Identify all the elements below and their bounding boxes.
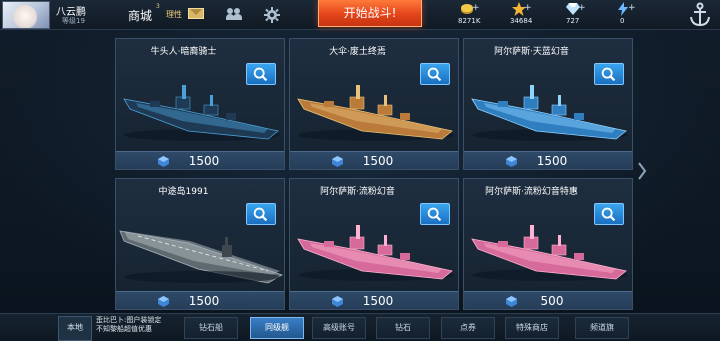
ship-price: 500: [540, 294, 564, 308]
ship-price: 1500: [536, 154, 568, 168]
chat-ticker[interactable]: 歪比巴卜:图户装锁定 不知黎船超值优惠: [96, 316, 161, 334]
tab-6[interactable]: 特殊商店: [505, 317, 559, 339]
ship-image: [471, 225, 628, 281]
gold-value: 8271K: [458, 17, 481, 25]
next-page-arrow-icon[interactable]: [637, 161, 647, 181]
ship-card[interactable]: 大伞·废土终焉 1500: [289, 38, 459, 170]
ship-name: 牛头人·暗裔骑士: [150, 47, 217, 57]
add-icon: +: [628, 3, 636, 13]
anchor-icon[interactable]: [686, 2, 714, 28]
gem-currency-icon: [158, 156, 169, 167]
gem-currency-icon: [158, 296, 169, 307]
price-bar[interactable]: 500: [464, 291, 632, 309]
tab-3[interactable]: 高级账号: [312, 317, 366, 339]
gem-currency-icon: [506, 156, 517, 167]
ship-image: [123, 85, 280, 141]
ship-price: 1500: [188, 154, 220, 168]
ship-price: 1500: [362, 294, 394, 308]
ship-card[interactable]: 牛头人·暗裔骑士 1500: [115, 38, 285, 170]
ship-image: [297, 225, 454, 281]
tab-4[interactable]: 钻石: [376, 317, 430, 339]
ship-name: 中途岛1991: [158, 187, 209, 197]
price-bar[interactable]: 1500: [464, 151, 632, 169]
tab-1[interactable]: 钻石船: [184, 317, 238, 339]
ship-name: 阿尔萨斯·天蓝幻音: [494, 47, 569, 57]
ticker-line: 歪比巴卜:图户装锁定: [96, 316, 162, 324]
ship-name: 阿尔萨斯·流粉幻音: [320, 187, 395, 197]
ticker-line: 不知黎船超值优惠: [96, 325, 152, 333]
local-chat-tab[interactable]: 本地: [58, 316, 92, 341]
tab-2[interactable]: 同级舰: [250, 317, 304, 339]
ship-image: [297, 85, 454, 141]
top-bar: 八云鹏 等级19 商城 3 理性 开始战斗! + 8271K + 34684 +…: [0, 0, 720, 30]
ship-image: [471, 85, 628, 141]
diamond-resource[interactable]: + 727: [562, 1, 598, 29]
player-level: 等级19: [62, 17, 85, 25]
shop-badge: 3: [156, 3, 160, 10]
add-icon: +: [578, 3, 586, 13]
ship-price: 1500: [188, 294, 220, 308]
gem-currency-icon: [332, 156, 343, 167]
price-bar[interactable]: 1500: [116, 151, 284, 169]
price-bar[interactable]: 1500: [290, 151, 458, 169]
add-icon: +: [472, 3, 480, 13]
add-icon: +: [524, 3, 532, 13]
tab-7[interactable]: 频道旗: [575, 317, 629, 339]
gold-resource[interactable]: + 8271K: [456, 1, 496, 29]
gem-currency-icon: [332, 296, 343, 307]
ship-card[interactable]: 阿尔萨斯·流粉幻音特惠 500: [463, 178, 633, 310]
shop-button[interactable]: 商城: [128, 7, 152, 24]
price-bar[interactable]: 1500: [116, 291, 284, 309]
ship-image: [119, 230, 283, 284]
ship-card[interactable]: 中途岛1991 1500: [115, 178, 285, 310]
ship-price: 1500: [362, 154, 394, 168]
gear-icon[interactable]: [264, 7, 280, 23]
ship-card[interactable]: 阿尔萨斯·天蓝幻音 1500: [463, 38, 633, 170]
start-battle-button[interactable]: 开始战斗!: [318, 0, 422, 27]
ship-name: 阿尔萨斯·流粉幻音特惠: [485, 187, 578, 197]
gem-currency-icon: [506, 296, 517, 307]
energy-resource[interactable]: + 0: [612, 1, 648, 29]
price-bar[interactable]: 1500: [290, 291, 458, 309]
ship-name: 大伞·废土终焉: [329, 47, 386, 57]
tab-5[interactable]: 点券: [441, 317, 495, 339]
star-value: 34684: [510, 17, 533, 25]
ship-card[interactable]: 阿尔萨斯·流粉幻音 1500: [289, 178, 459, 310]
mail-icon[interactable]: [188, 8, 204, 19]
mail-label[interactable]: 理性: [166, 9, 182, 20]
energy-value: 0: [620, 17, 625, 25]
avatar[interactable]: [2, 1, 50, 29]
diamond-value: 727: [566, 17, 580, 25]
star-resource[interactable]: + 34684: [508, 1, 548, 29]
friends-icon[interactable]: [226, 7, 242, 21]
